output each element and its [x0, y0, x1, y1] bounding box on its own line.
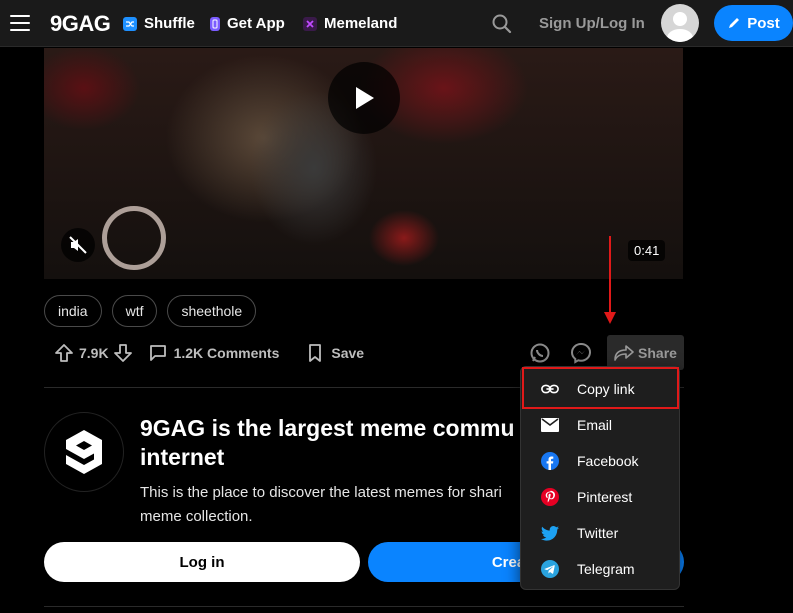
- share-facebook[interactable]: Facebook: [521, 443, 679, 479]
- share-pinterest[interactable]: Pinterest: [521, 479, 679, 515]
- share-menu: Copy link Email Facebook Pinterest Twitt…: [520, 366, 680, 590]
- share-label: Share: [638, 344, 677, 361]
- share-facebook-label: Facebook: [577, 453, 639, 469]
- downvote-icon: [113, 344, 132, 362]
- phone-icon: [210, 16, 220, 31]
- nav-shuffle-label: Shuffle: [144, 15, 195, 32]
- messenger-icon[interactable]: [570, 342, 592, 364]
- upvote-count: 7.9K: [79, 345, 109, 361]
- search-icon[interactable]: [490, 12, 514, 36]
- promo-title-line-2: internet: [140, 444, 225, 470]
- whatsapp-icon[interactable]: [529, 342, 551, 364]
- share-email-label: Email: [577, 417, 613, 433]
- facebook-icon: [541, 452, 559, 470]
- comments-button[interactable]: 1.2K Comments: [149, 344, 280, 362]
- post-button-label: Post: [747, 14, 780, 32]
- post-button[interactable]: Post: [714, 5, 793, 41]
- video-player[interactable]: 0:41: [44, 48, 683, 279]
- login-button[interactable]: Log in: [44, 542, 360, 582]
- play-button[interactable]: [328, 62, 400, 134]
- muted-speaker-icon: [69, 236, 87, 254]
- upvote-button[interactable]: [54, 343, 74, 363]
- share-copy-link-label: Copy link: [577, 381, 635, 397]
- menu-icon[interactable]: [10, 15, 30, 31]
- share-telegram-label: Telegram: [577, 561, 635, 577]
- promo-text: This is the place to discover the latest…: [140, 481, 520, 529]
- play-icon: [356, 87, 374, 109]
- signup-login-link[interactable]: Sign Up/Log In: [539, 15, 645, 32]
- upvote-icon: [55, 344, 73, 362]
- shuffle-icon: [123, 16, 137, 31]
- annotation-arrow-head: [604, 312, 616, 324]
- downvote-button[interactable]: [113, 343, 133, 363]
- share-telegram[interactable]: Telegram: [521, 551, 679, 587]
- annotation-arrow-line: [609, 236, 611, 314]
- promo-title-line-1: 9GAG is the largest meme commu: [140, 415, 515, 441]
- comments-label: 1.2K Comments: [173, 345, 280, 361]
- promo-title: 9GAG is the largest meme commu internet: [140, 414, 520, 472]
- mute-button[interactable]: [61, 228, 95, 262]
- email-icon: [541, 416, 559, 434]
- save-button[interactable]: Save: [308, 344, 364, 362]
- tag-chip[interactable]: india: [44, 295, 102, 327]
- pencil-icon: [729, 18, 740, 28]
- site-logo[interactable]: 9GAG: [50, 11, 111, 37]
- promo-text-line-2: meme collection.: [140, 508, 253, 525]
- comment-icon: [149, 345, 166, 361]
- nav-get-app[interactable]: Get App: [210, 15, 285, 32]
- video-duration: 0:41: [628, 240, 666, 261]
- share-button[interactable]: Share: [607, 335, 684, 370]
- post-actions: 7.9K 1.2K Comments Save: [54, 340, 364, 366]
- nav-shuffle[interactable]: Shuffle: [123, 15, 195, 32]
- memeland-icon: [303, 16, 317, 31]
- share-twitter-label: Twitter: [577, 525, 619, 541]
- nav-memeland-label: Memeland: [324, 15, 398, 32]
- tag-chip[interactable]: wtf: [111, 295, 158, 327]
- save-label: Save: [331, 345, 365, 361]
- promo-text-line-1: This is the place to discover the latest…: [140, 484, 502, 501]
- twitter-icon: [541, 524, 559, 542]
- divider: [44, 606, 684, 607]
- tag-chip[interactable]: sheethole: [167, 295, 257, 327]
- 9gag-logo: [44, 412, 124, 492]
- share-email[interactable]: Email: [521, 407, 679, 443]
- nav-get-app-label: Get App: [227, 15, 285, 32]
- top-header: 9GAG Shuffle Get App Memeland Sign Up/Lo…: [0, 0, 793, 47]
- avatar[interactable]: [661, 4, 699, 42]
- channel-watermark: [102, 206, 166, 270]
- share-twitter[interactable]: Twitter: [521, 515, 679, 551]
- share-pinterest-label: Pinterest: [577, 489, 633, 505]
- pinterest-icon: [541, 488, 559, 506]
- nav-memeland[interactable]: Memeland: [303, 15, 397, 32]
- share-arrow-icon: [614, 344, 634, 361]
- link-icon: [541, 380, 559, 398]
- share-copy-link[interactable]: Copy link: [521, 371, 679, 407]
- telegram-icon: [541, 560, 559, 578]
- bookmark-icon: [309, 344, 322, 362]
- tag-list: india wtf sheethole: [44, 295, 257, 327]
